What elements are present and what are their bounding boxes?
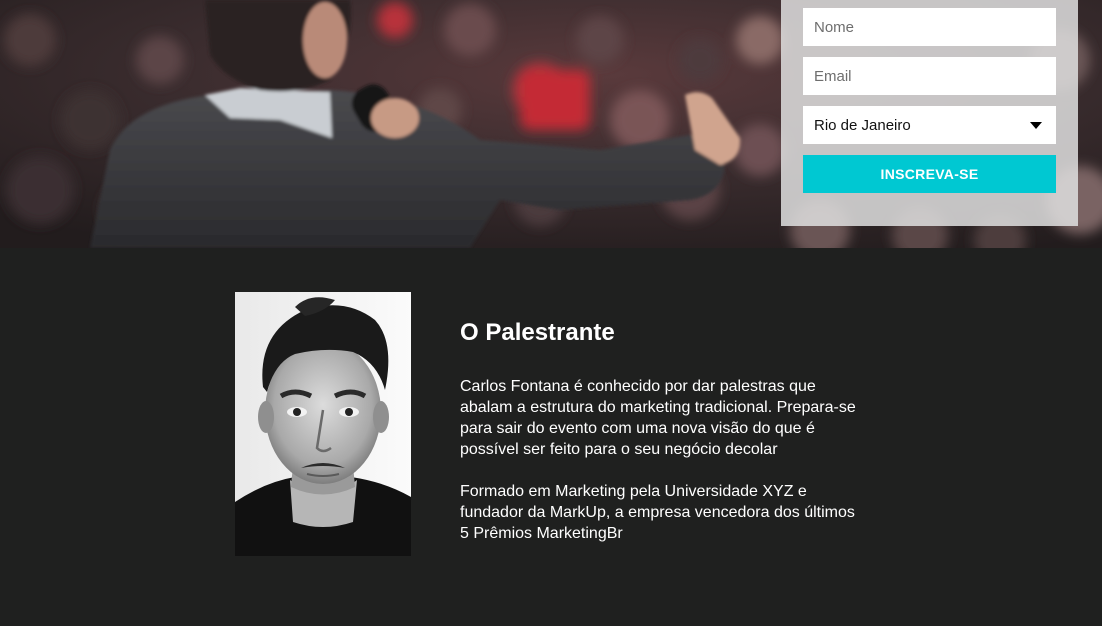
speaker-section: O Palestrante Carlos Fontana é conhecido…: [0, 248, 1102, 626]
caret-down-icon: [1030, 122, 1042, 129]
name-input[interactable]: [803, 8, 1056, 46]
speaker-portrait: [235, 292, 411, 556]
hero-banner: Rio de Janeiro INSCREVA-SE: [0, 0, 1102, 248]
signup-form: Rio de Janeiro INSCREVA-SE: [781, 0, 1078, 226]
subscribe-button[interactable]: INSCREVA-SE: [803, 155, 1056, 193]
city-select-value: Rio de Janeiro: [814, 116, 911, 134]
landing-page: Rio de Janeiro INSCREVA-SE: [0, 0, 1102, 626]
speaker-paragraph-intro: Carlos Fontana é conhecido por dar pales…: [460, 378, 856, 458]
speaker-paragraph-credentials: Formado em Marketing pela Universidade X…: [460, 483, 855, 542]
speaker-heading: O Palestrante: [460, 319, 615, 346]
email-input[interactable]: [803, 57, 1056, 95]
speaker-bio: O Palestrante Carlos Fontana é conhecido…: [460, 318, 870, 565]
city-select[interactable]: Rio de Janeiro: [803, 106, 1056, 144]
